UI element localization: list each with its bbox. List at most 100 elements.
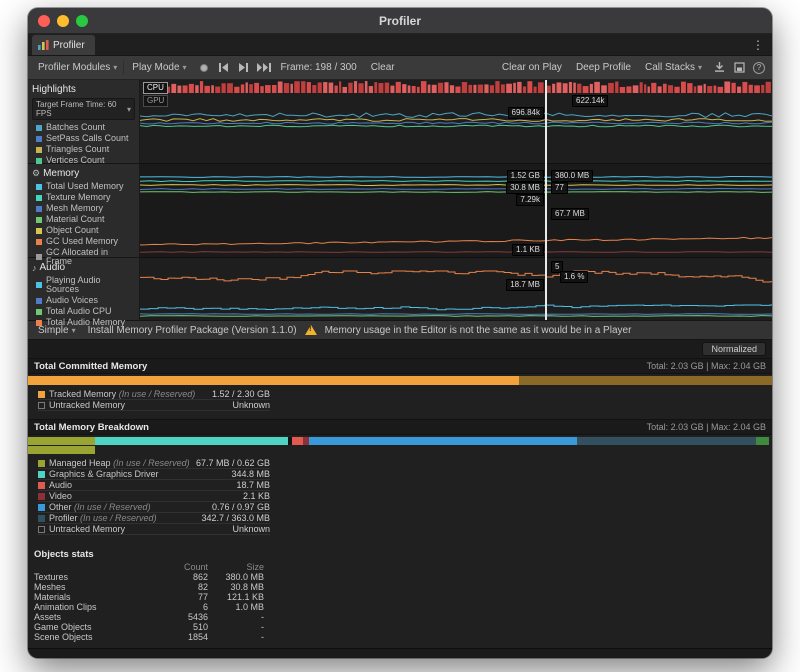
window-menu-icon[interactable]: ⋮ xyxy=(744,38,772,55)
row-label: Scene Objects xyxy=(34,632,146,642)
load-profile-button[interactable] xyxy=(710,60,728,76)
save-profile-button[interactable] xyxy=(730,60,748,76)
tab-profiler[interactable]: Profiler xyxy=(32,35,95,55)
table-row-animation-clips: Animation Clips 6 1.0 MB xyxy=(34,602,772,612)
clear-button[interactable]: Clear xyxy=(365,60,401,75)
help-button[interactable]: ? xyxy=(750,60,768,76)
record-button[interactable] xyxy=(195,60,213,76)
legend-label: Profiler xyxy=(49,513,78,523)
row-size: - xyxy=(208,622,264,632)
previous-frame-button[interactable] xyxy=(235,60,253,76)
legend-label: Untracked Memory xyxy=(49,524,125,534)
chevron-down-icon: ▾ xyxy=(127,105,131,114)
play-mode-dropdown[interactable]: Play Mode ▾ xyxy=(126,60,192,75)
breakdown-segment-graphics xyxy=(95,437,288,445)
next-frame-button[interactable] xyxy=(255,60,273,76)
objects-stats-block: Objects stats Count Size Textures 862 38… xyxy=(28,545,772,648)
memory-title-label: Memory xyxy=(43,168,79,179)
row-count: 77 xyxy=(146,592,208,602)
legend-row-untracked: Untracked Memory Unknown xyxy=(38,524,270,535)
color-swatch xyxy=(38,471,45,478)
gpu-badge[interactable]: GPU xyxy=(143,95,168,107)
chart-value-label: 7.29k xyxy=(516,194,544,206)
column-header-count: Count xyxy=(146,562,208,572)
minimize-button[interactable] xyxy=(57,15,69,27)
row-label: Meshes xyxy=(34,582,146,592)
audio-chart[interactable]: 5 1.6 % 18.7 MB xyxy=(140,258,772,320)
counter-label: Total Used Memory xyxy=(46,182,124,191)
target-frame-time-label: Target Frame Time: 60 FPS xyxy=(36,100,127,118)
frame-playhead[interactable] xyxy=(545,80,547,320)
normalized-row: Normalized xyxy=(28,340,772,358)
legend-note: (In use / Reserved) xyxy=(80,513,157,523)
tab-strip: Profiler ⋮ xyxy=(28,34,772,56)
counter-texture-memory[interactable]: Texture Memory xyxy=(28,192,139,203)
view-mode-dropdown[interactable]: Simple ▾ xyxy=(34,324,80,337)
counter-audio-voices[interactable]: Audio Voices xyxy=(28,295,139,306)
cpu-badge[interactable]: CPU xyxy=(143,82,168,94)
call-stacks-label: Call Stacks xyxy=(645,62,695,73)
row-size: - xyxy=(208,612,264,622)
clear-on-play-toggle[interactable]: Clear on Play xyxy=(496,60,568,75)
color-swatch xyxy=(36,206,42,212)
counter-batches-count[interactable]: Batches Count xyxy=(28,122,139,133)
first-frame-button[interactable] xyxy=(215,60,233,76)
row-count: 1854 xyxy=(146,632,208,642)
counter-total-used-memory[interactable]: Total Used Memory xyxy=(28,181,139,192)
memory-breakdown-title: Total Memory Breakdown xyxy=(34,422,149,433)
profiler-modules-dropdown[interactable]: Profiler Modules ▾ xyxy=(32,60,124,75)
color-swatch xyxy=(36,309,42,315)
legend-label: Other xyxy=(49,502,72,512)
install-package-button[interactable]: Install Memory Profiler Package (Version… xyxy=(88,325,297,336)
breakdown-segment-profiler xyxy=(577,437,756,445)
close-button[interactable] xyxy=(38,15,50,27)
module-audio[interactable]: ♪ Audio Playing Audio Sources Audio Voic… xyxy=(28,258,139,320)
gear-icon[interactable]: ⚙ xyxy=(32,168,40,179)
counter-label: Vertices Count xyxy=(46,156,105,165)
chart-value-label: 67.7 MB xyxy=(551,208,589,220)
row-count: 6 xyxy=(146,602,208,612)
counter-playing-audio-sources[interactable]: Playing Audio Sources xyxy=(28,275,139,295)
counter-label: SetPass Calls Count xyxy=(46,134,129,143)
legend-label: Graphics & Graphics Driver xyxy=(49,469,159,479)
counter-mesh-memory[interactable]: Mesh Memory xyxy=(28,203,139,214)
legend-note: (In use / Reserved) xyxy=(119,389,196,399)
table-row-game-objects: Game Objects 510 - xyxy=(34,622,772,632)
color-swatch xyxy=(36,239,42,245)
counter-material-count[interactable]: Material Count xyxy=(28,214,139,225)
legend-note: (In use / Reserved) xyxy=(74,502,151,512)
deep-profile-toggle[interactable]: Deep Profile xyxy=(570,60,637,75)
module-highlights[interactable]: Highlights Target Frame Time: 60 FPS ▾ B… xyxy=(28,80,139,164)
call-stacks-dropdown[interactable]: Call Stacks ▾ xyxy=(639,60,708,75)
counter-label: Object Count xyxy=(46,226,99,235)
color-swatch xyxy=(38,482,45,489)
counter-object-count[interactable]: Object Count xyxy=(28,225,139,236)
module-memory[interactable]: ⚙ Memory Total Used Memory Texture Memor… xyxy=(28,164,139,258)
warning-icon xyxy=(305,325,317,335)
profiler-chart-icon xyxy=(38,40,49,50)
window-footer xyxy=(28,648,772,658)
counter-gc-used-memory[interactable]: GC Used Memory xyxy=(28,236,139,247)
fullscreen-button[interactable] xyxy=(76,15,88,27)
frame-label: Frame: 198 / 300 xyxy=(281,62,357,73)
counter-label: GC Used Memory xyxy=(46,237,118,246)
counter-triangles[interactable]: Triangles Count xyxy=(28,144,139,155)
target-frame-time-dropdown[interactable]: Target Frame Time: 60 FPS ▾ xyxy=(32,98,135,120)
row-count: 82 xyxy=(146,582,208,592)
row-count: 5436 xyxy=(146,612,208,622)
highlights-chart[interactable]: CPU GPU 622.14k 696.84k xyxy=(140,80,772,164)
normalized-toggle[interactable]: Normalized xyxy=(702,342,766,356)
chart-value-label: 622.14k xyxy=(572,95,608,107)
counter-total-audio-cpu[interactable]: Total Audio CPU xyxy=(28,306,139,317)
legend-value: Unknown xyxy=(232,524,270,534)
audio-title-label: Audio xyxy=(40,262,66,273)
row-label: Animation Clips xyxy=(34,602,146,612)
objects-stats-column-headers: Count Size xyxy=(34,562,772,572)
audio-chart-canvas xyxy=(140,258,772,320)
counter-setpass-calls[interactable]: SetPass Calls Count xyxy=(28,133,139,144)
legend-value: Unknown xyxy=(232,400,270,410)
memory-chart[interactable]: 1.52 GB 380.0 MB 30.8 MB 77 7.29k 67.7 M… xyxy=(140,164,772,258)
highlights-title-label: Highlights xyxy=(32,84,76,95)
color-swatch xyxy=(36,282,42,288)
color-swatch xyxy=(36,298,42,304)
